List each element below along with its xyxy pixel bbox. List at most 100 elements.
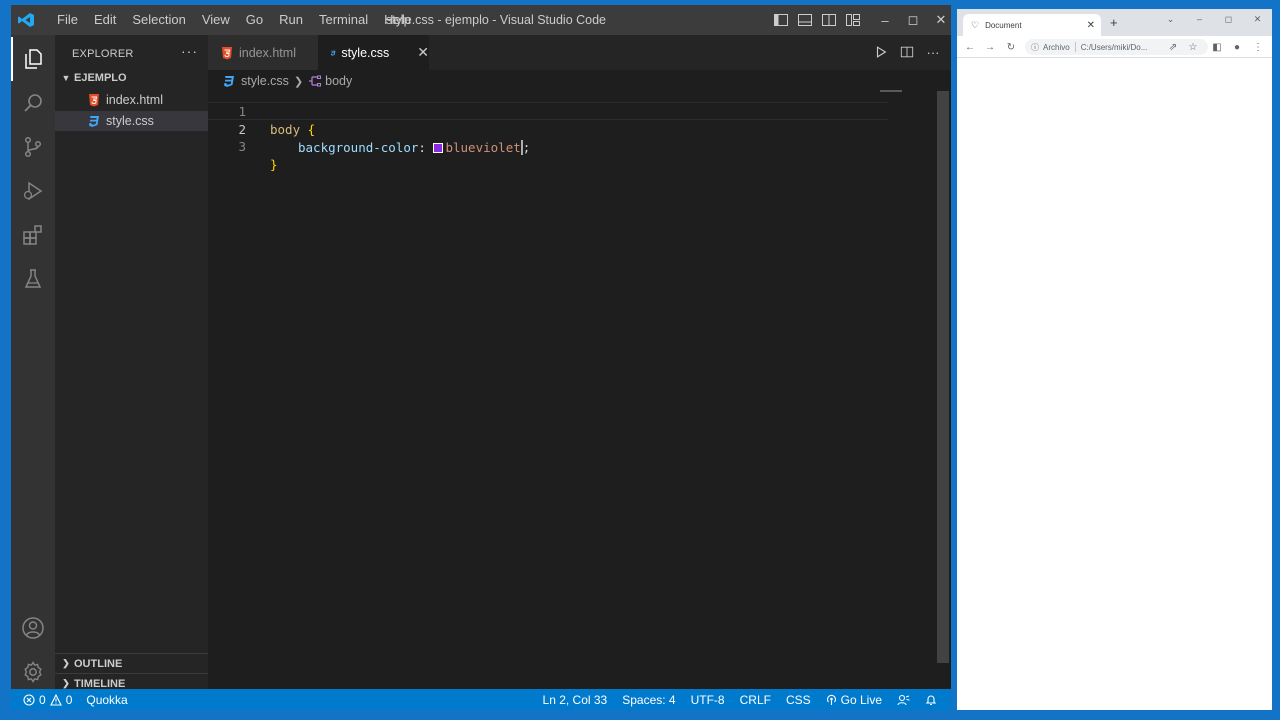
testing-icon[interactable] xyxy=(11,257,55,301)
end-of-line[interactable]: CRLF xyxy=(740,693,771,707)
status-bar: 0 0 Quokka Ln 2, Col 33 Spaces: 4 UTF-8 … xyxy=(11,689,951,710)
profile-icon[interactable]: ● xyxy=(1230,40,1244,54)
bell-icon[interactable] xyxy=(925,694,937,706)
close-window-icon[interactable]: ✕ xyxy=(927,5,951,35)
browser-tab-strip: ♡ Document ✕ + ⌄ – ◻ ✕ xyxy=(957,9,1272,36)
close-tab-icon[interactable]: ✕ xyxy=(417,44,429,61)
explorer-sidebar: EXPLORER ··· ▼ EJEMPLO index.html style.… xyxy=(55,35,208,690)
account-icon[interactable] xyxy=(11,606,55,650)
title-bar: File Edit Selection View Go Run Terminal… xyxy=(11,5,951,35)
editor-tabs: index.html style.css ✕ ··· xyxy=(208,35,951,70)
file-item-index-html[interactable]: index.html xyxy=(55,90,208,110)
encoding[interactable]: UTF-8 xyxy=(691,693,725,707)
menu-go[interactable]: Go xyxy=(238,5,271,35)
html-file-icon xyxy=(89,94,99,107)
run-icon[interactable] xyxy=(873,44,889,60)
code-editor[interactable]: 1 body { 2 background-color: blueviolet;… xyxy=(208,85,951,689)
chevron-right-icon: ❯ xyxy=(62,678,70,688)
tab-index-html[interactable]: index.html xyxy=(208,35,318,70)
more-actions-icon[interactable]: ··· xyxy=(181,43,198,59)
cursor-position[interactable]: Ln 2, Col 33 xyxy=(543,693,608,707)
vscode-logo-icon xyxy=(18,13,34,27)
line-text: background-color: blueviolet; xyxy=(298,139,530,157)
browser-page-content[interactable] xyxy=(957,59,1272,710)
run-debug-icon[interactable] xyxy=(11,169,55,213)
code-line-1: 1 body { xyxy=(208,85,888,137)
maximize-icon[interactable]: ◻ xyxy=(1214,9,1243,29)
line-text: } xyxy=(270,156,278,174)
warning-icon xyxy=(49,693,62,706)
explorer-icon[interactable] xyxy=(11,37,55,81)
warning-count: 0 xyxy=(65,692,73,707)
vscode-window: File Edit Selection View Go Run Terminal… xyxy=(11,5,951,710)
menu-terminal[interactable]: Terminal xyxy=(311,5,376,35)
toggle-secondary-sidebar-icon[interactable] xyxy=(821,12,837,28)
split-editor-icon[interactable] xyxy=(899,44,915,60)
file-item-style-css[interactable]: style.css xyxy=(55,111,208,131)
menu-selection[interactable]: Selection xyxy=(124,5,193,35)
go-live-label: Go Live xyxy=(840,692,882,707)
code-line-2: 2 background-color: blueviolet; xyxy=(208,102,888,155)
menu-bar: File Edit Selection View Go Run Terminal… xyxy=(49,5,419,35)
reload-icon[interactable]: ↻ xyxy=(1004,40,1018,54)
window-controls: – ◻ ✕ xyxy=(871,5,951,35)
go-live-button[interactable]: Go Live xyxy=(826,693,882,707)
new-tab-button[interactable]: + xyxy=(1110,15,1118,30)
error-count: 0 xyxy=(39,692,46,707)
address-bar[interactable]: ⓘ Archivo C:/Users/miki/Do... xyxy=(1025,39,1208,55)
outline-panel[interactable]: ❯ OUTLINE xyxy=(55,653,208,673)
folder-ejemplo[interactable]: ▼ EJEMPLO xyxy=(55,67,208,89)
window-title: style.css - ejemplo - Visual Studio Code xyxy=(386,13,607,27)
menu-file[interactable]: File xyxy=(49,5,86,35)
toggle-primary-sidebar-icon[interactable] xyxy=(773,12,789,28)
close-window-icon[interactable]: ✕ xyxy=(1243,9,1272,29)
menu-kebab-icon[interactable]: ⋮ xyxy=(1251,40,1265,54)
tab-label: style.css xyxy=(341,45,390,60)
layout-controls xyxy=(773,12,861,28)
chevron-right-icon: ❯ xyxy=(62,658,70,668)
semicolon: ; xyxy=(522,140,531,155)
share-icon[interactable]: ⇗ xyxy=(1166,40,1180,54)
maximize-icon[interactable]: ◻ xyxy=(899,5,927,35)
info-icon: ⓘ xyxy=(1031,42,1039,52)
browser-toolbar: ← → ↻ ⓘ Archivo C:/Users/miki/Do... ⇗ ☆ … xyxy=(957,36,1272,58)
quokka-status[interactable]: Quokka xyxy=(86,693,127,707)
language-mode[interactable]: CSS xyxy=(786,693,811,707)
side-panel-icon[interactable]: ◧ xyxy=(1210,40,1224,54)
problems-indicator[interactable]: 0 0 xyxy=(23,693,72,707)
minimap[interactable] xyxy=(880,90,902,92)
error-icon xyxy=(23,693,35,706)
feedback-icon[interactable] xyxy=(897,694,910,706)
file-label: style.css xyxy=(106,114,154,128)
minimize-icon[interactable]: – xyxy=(1185,9,1214,29)
browser-tab-title: Document xyxy=(985,20,1022,30)
menu-edit[interactable]: Edit xyxy=(86,5,124,35)
color-swatch[interactable] xyxy=(433,143,444,153)
back-icon[interactable]: ← xyxy=(963,40,977,54)
close-tab-icon[interactable]: ✕ xyxy=(1087,20,1095,31)
address-separator xyxy=(1074,42,1076,52)
panel-label: OUTLINE xyxy=(74,657,123,670)
address-url: C:/Users/miki/Do... xyxy=(1080,42,1148,52)
code-line-3: 3 } xyxy=(208,120,888,172)
browser-tab[interactable]: ♡ Document ✕ xyxy=(963,14,1101,36)
customize-layout-icon[interactable] xyxy=(845,12,861,28)
toggle-panel-icon[interactable] xyxy=(797,12,813,28)
bookmark-star-icon[interactable]: ☆ xyxy=(1186,40,1200,54)
tab-style-css[interactable]: style.css ✕ xyxy=(318,35,429,70)
menu-run[interactable]: Run xyxy=(271,5,311,35)
forward-icon[interactable]: → xyxy=(983,40,997,54)
tab-label: index.html xyxy=(239,45,296,60)
more-actions-icon[interactable]: ··· xyxy=(925,44,941,60)
menu-view[interactable]: View xyxy=(194,5,238,35)
search-icon[interactable] xyxy=(11,81,55,125)
file-label: index.html xyxy=(106,93,163,107)
vertical-scrollbar[interactable] xyxy=(937,91,949,663)
source-control-icon[interactable] xyxy=(11,125,55,169)
css-value: blueviolet xyxy=(445,140,521,155)
indentation[interactable]: Spaces: 4 xyxy=(622,693,675,707)
extensions-icon[interactable] xyxy=(11,213,55,257)
tab-search-icon[interactable]: ⌄ xyxy=(1156,9,1185,29)
minimize-icon[interactable]: – xyxy=(871,5,899,35)
settings-gear-icon[interactable] xyxy=(11,650,55,694)
